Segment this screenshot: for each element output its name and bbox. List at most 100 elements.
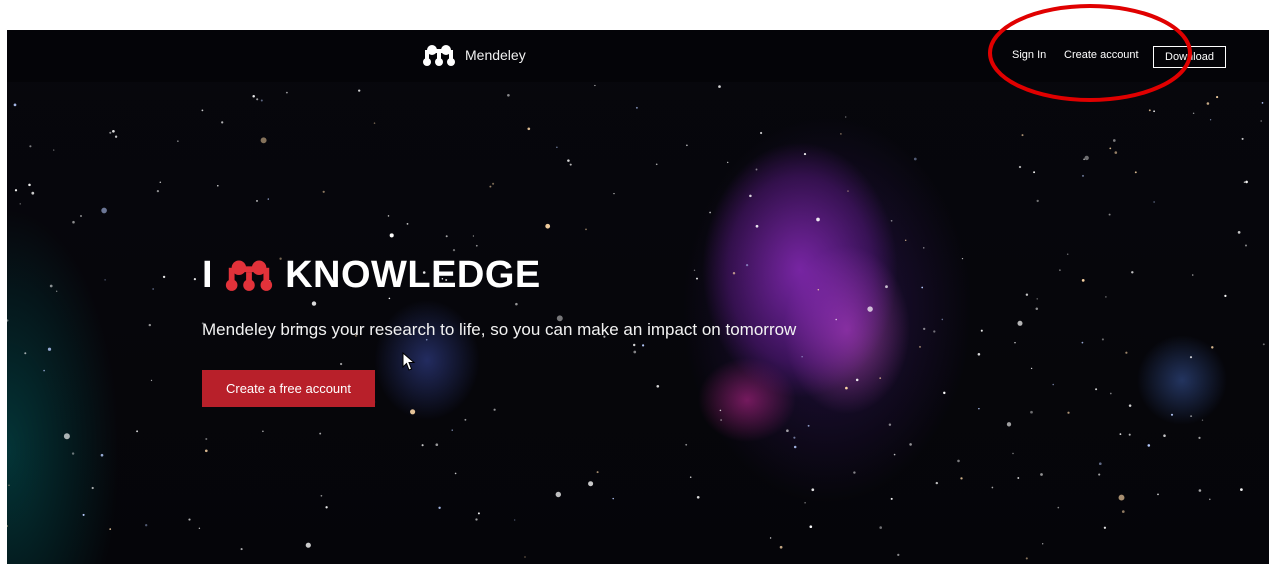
star: [100, 453, 104, 457]
star: [109, 131, 112, 134]
star: [148, 323, 151, 327]
star: [1189, 356, 1193, 359]
star: [43, 369, 45, 372]
star: [325, 506, 328, 509]
star: [387, 215, 390, 217]
star: [655, 163, 658, 166]
star: [1206, 102, 1210, 105]
star: [14, 189, 18, 192]
star: [1245, 244, 1247, 247]
star: [435, 443, 439, 447]
star: [1109, 147, 1112, 150]
star: [1121, 510, 1125, 513]
star: [817, 289, 820, 291]
mendeley-logo-icon: [423, 45, 455, 66]
star: [943, 391, 946, 395]
star: [445, 235, 448, 238]
star: [1081, 174, 1085, 177]
star: [816, 217, 820, 222]
star: [1114, 151, 1118, 154]
star: [252, 94, 255, 98]
hero-title-suffix: KNOWLEDGE: [285, 253, 541, 296]
hero-subtitle: Mendeley brings your research to life, s…: [202, 320, 797, 339]
star: [1081, 341, 1084, 344]
star: [1118, 494, 1125, 501]
star: [454, 472, 457, 475]
star: [935, 481, 939, 485]
star: [1025, 557, 1028, 560]
star: [745, 263, 749, 267]
star: [527, 127, 531, 131]
star: [256, 98, 259, 101]
star: [1098, 473, 1101, 476]
star: [941, 318, 944, 321]
create-free-account-button[interactable]: Create a free account: [202, 370, 375, 407]
star: [793, 445, 797, 449]
star: [801, 356, 803, 358]
star: [793, 436, 796, 439]
star: [709, 211, 711, 214]
star: [978, 407, 980, 410]
star: [1216, 96, 1219, 99]
star: [389, 233, 394, 238]
star: [71, 452, 75, 455]
star: [811, 488, 815, 492]
star: [1021, 134, 1024, 137]
star: [1198, 489, 1202, 492]
star: [451, 429, 453, 431]
star: [152, 288, 154, 290]
star: [923, 327, 926, 331]
brand-link[interactable]: Mendeley: [421, 44, 526, 66]
star: [613, 192, 615, 195]
star: [240, 548, 243, 551]
star: [1192, 112, 1195, 115]
star: [406, 223, 409, 225]
star: [162, 275, 166, 279]
star: [82, 513, 85, 516]
star: [633, 350, 637, 354]
star: [656, 384, 660, 388]
star: [1033, 171, 1036, 174]
star: [1237, 231, 1241, 234]
star: [1036, 298, 1038, 300]
star: [339, 362, 343, 366]
star: [13, 103, 17, 107]
star: [596, 471, 599, 474]
star: [555, 491, 562, 498]
star: [567, 159, 570, 162]
star: [492, 182, 495, 185]
star: [1125, 351, 1128, 354]
star: [109, 528, 112, 530]
star: [847, 190, 849, 192]
star: [835, 318, 838, 321]
star: [755, 168, 758, 171]
star: [803, 153, 807, 156]
star: [1262, 343, 1265, 346]
star: [769, 537, 772, 539]
star: [29, 145, 32, 148]
star: [489, 185, 492, 188]
hero-title-prefix: I: [202, 253, 214, 296]
star: [56, 290, 58, 292]
star: [475, 518, 478, 521]
star: [262, 430, 264, 433]
star: [1190, 415, 1193, 418]
star: [1103, 526, 1107, 529]
star: [1198, 436, 1201, 439]
star: [31, 191, 35, 195]
star: [1081, 279, 1085, 282]
star: [1147, 444, 1151, 447]
star: [24, 352, 27, 355]
star: [373, 122, 376, 124]
star: [1105, 296, 1107, 298]
star: [177, 140, 179, 142]
star: [1042, 543, 1044, 545]
star: [594, 84, 596, 87]
star: [1209, 498, 1211, 501]
star: [1128, 433, 1131, 436]
star: [188, 518, 191, 521]
star: [719, 409, 722, 412]
star: [201, 109, 204, 112]
star: [960, 477, 963, 480]
star: [1224, 294, 1227, 298]
